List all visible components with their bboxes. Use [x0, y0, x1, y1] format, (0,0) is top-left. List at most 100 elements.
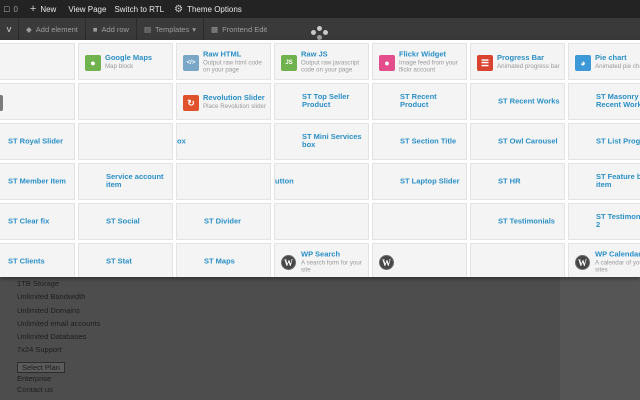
element-tile[interactable]: ST Feature box item	[568, 163, 640, 200]
element-name: ST Testimonials 2	[596, 211, 640, 229]
vc-logo-icon[interactable]: V	[0, 18, 18, 40]
element-tile[interactable]: ST Maps	[176, 243, 271, 277]
list-item: 7x24 Support	[17, 345, 62, 355]
element-tile[interactable]: ◕Pie chartAnimated pie chart	[568, 43, 640, 80]
element-tile[interactable]	[78, 83, 173, 120]
element-tile[interactable]: ST Recent Works	[470, 83, 565, 120]
cut-icon: ▦	[0, 95, 3, 111]
element-tile[interactable]: JS Raw JS Output raw javascript code on yo…	[274, 43, 369, 80]
element-tile[interactable]: ST Testimonials 2	[568, 203, 640, 240]
element-tile[interactable]	[274, 203, 369, 240]
flickr-icon: ●	[379, 55, 395, 71]
add-element-button[interactable]: ◆ Add element	[18, 18, 85, 40]
contact-link[interactable]: Contact us	[17, 385, 53, 396]
element-tile-text	[373, 221, 463, 222]
list-item: Unlimited Bandwidth	[17, 292, 86, 302]
element-name: ST Testimonials	[498, 215, 555, 225]
raw-js-icon: JS	[281, 55, 297, 71]
select-plan-button[interactable]: Select Plan	[17, 362, 65, 373]
element-tile[interactable]: ST Social	[78, 203, 173, 240]
element-tile[interactable]: ST Clients	[0, 243, 75, 277]
element-description: Animated progress bar	[497, 62, 560, 70]
element-tile[interactable]	[78, 123, 173, 160]
element-tile[interactable]	[470, 243, 565, 277]
element-tile[interactable]: ST Member Item	[0, 163, 75, 200]
element-tile[interactable]: utton	[274, 163, 369, 200]
element-tile[interactable]: ST Mini Services box	[274, 123, 369, 160]
add-element-label: Add element	[35, 24, 78, 34]
element-tile[interactable]: ST List Progress	[568, 123, 640, 160]
theme-options-menu[interactable]: ⚙ Theme Options	[168, 0, 246, 18]
element-tile[interactable]	[176, 163, 271, 200]
element-name: ox	[177, 135, 186, 145]
raw-html-icon: </>	[183, 55, 199, 71]
element-tile-text: ST Member Item	[8, 176, 71, 187]
element-tile-text: ST HR	[498, 176, 561, 187]
element-name: ST Clear fix	[8, 215, 50, 225]
element-tile-text: ox	[177, 135, 267, 147]
element-grid: Vimeo●Google MapsMap block</>Raw HTMLOut…	[0, 43, 640, 277]
switch-rtl-link[interactable]: Switch to RTL	[110, 0, 168, 18]
element-tile[interactable]: Vimeo	[0, 43, 75, 80]
element-description: Place Revolution slider	[203, 102, 266, 110]
element-tile[interactable]: ST Divider	[176, 203, 271, 240]
element-tile[interactable]: ST Recent Product	[372, 83, 467, 120]
add-row-button[interactable]: ■ Add row	[84, 18, 136, 40]
element-tile-text: ST Feature box item	[596, 172, 640, 191]
element-tile-text: ST Recent Works	[498, 96, 561, 107]
element-tile[interactable]: ST Laptop Slider	[372, 163, 467, 200]
plan-footer: Enterprise Contact us	[17, 374, 53, 395]
element-name: Progress Bar	[497, 52, 545, 62]
element-tile[interactable]: ☰ Progress Bar Animated progress bar	[470, 43, 565, 80]
element-tile[interactable]: ST Owl Carousel	[470, 123, 565, 160]
element-name: ST List Progress	[596, 135, 640, 145]
comments-menu[interactable]: □ 0	[0, 0, 22, 18]
element-tile-text: ST Top Seller Product	[302, 91, 365, 111]
element-tile-text: ST Divider	[204, 216, 267, 227]
element-name: ST Mini Services box	[302, 131, 362, 149]
view-page-link[interactable]: View Page	[60, 0, 110, 18]
element-tile[interactable]: Service account item	[78, 163, 173, 200]
element-tile-text: ST Section Title	[400, 136, 463, 147]
add-element-panel: Vimeo●Google MapsMap block</>Raw HTMLOut…	[0, 40, 640, 277]
element-tile[interactable]: W	[372, 243, 467, 277]
element-name: Raw HTML	[203, 48, 242, 58]
element-tile[interactable]: ● Google Maps Map block	[78, 43, 173, 80]
element-tile[interactable]: ox	[176, 123, 271, 160]
element-tile-text: ST Masonry Recent Works	[596, 92, 640, 111]
element-name: ST Top Seller Product	[302, 91, 350, 109]
element-tile[interactable]: W WP Search A search form for your site	[274, 243, 369, 277]
element-tile[interactable]: ST Royal Slider	[0, 123, 75, 160]
element-tile[interactable]	[372, 203, 467, 240]
element-tile[interactable]: ↻ Revolution Slider Place Revolution slide…	[176, 83, 271, 120]
templates-button[interactable]: ▤ Templates ▾	[135, 18, 203, 40]
element-tile[interactable]: ST Testimonials	[470, 203, 565, 240]
theme-options-label: Theme Options	[187, 4, 242, 14]
element-name: Service account item	[106, 171, 164, 189]
frontend-edit-button[interactable]: ▦ Frontend Edit	[203, 18, 274, 40]
gear-icon: ⚙	[174, 3, 184, 15]
element-name: Pie chart	[595, 52, 627, 62]
element-tile-text	[106, 141, 169, 142]
comment-icon: □	[4, 4, 10, 14]
element-name: ST Royal Slider	[8, 135, 64, 145]
element-tile-text: Flickr Widget Image feed from your flickr…	[399, 49, 463, 73]
add-row-label: Add row	[101, 24, 129, 34]
element-tile[interactable]: W WP Calendar A calendar of your sites	[568, 243, 640, 277]
element-tile[interactable]: ▦	[0, 83, 75, 120]
element-tile[interactable]: ● Flickr Widget Image feed from your flick…	[372, 43, 467, 80]
new-content-menu[interactable]: + New	[22, 0, 60, 18]
element-tile[interactable]: ST Top Seller Product	[274, 83, 369, 120]
element-tile[interactable]: ST Masonry Recent Works	[568, 83, 640, 120]
element-tile-text: ST Royal Slider	[8, 135, 71, 147]
element-tile[interactable]: ST HR	[470, 163, 565, 200]
wordpress-icon: W	[379, 255, 394, 270]
element-tile-text: ST Mini Services box	[302, 131, 365, 151]
frontend-edit-label: Frontend Edit	[222, 24, 268, 34]
element-tile-text: ST Recent Product	[400, 92, 463, 111]
element-tile[interactable]: </> Raw HTML Output raw html code on your …	[176, 43, 271, 80]
element-tile[interactable]: ST Clear fix	[0, 203, 75, 240]
element-description: Vimeo	[0, 59, 71, 66]
element-tile[interactable]: ST Stat	[78, 243, 173, 277]
element-tile[interactable]: ST Section Title	[372, 123, 467, 160]
